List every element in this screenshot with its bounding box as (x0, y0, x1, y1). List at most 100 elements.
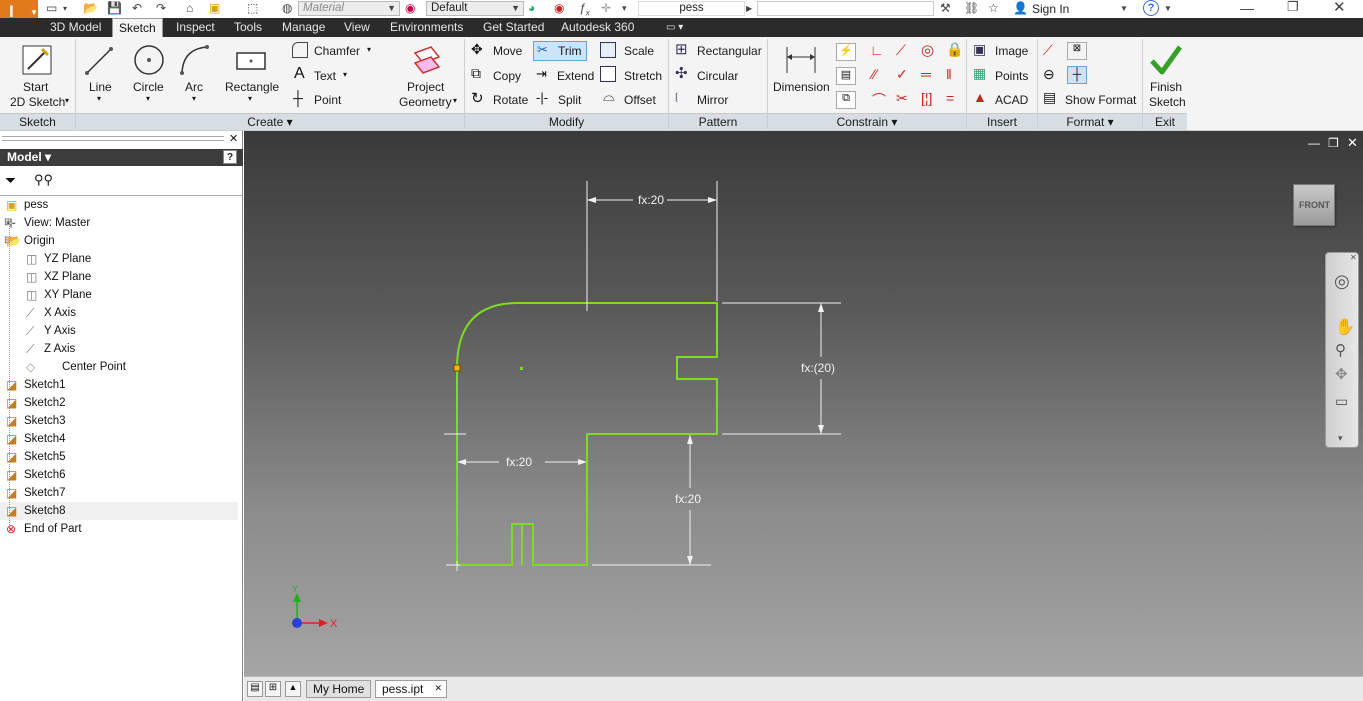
rectangular-pattern-button[interactable]: ⊞ Rectangular (675, 41, 765, 60)
appearance-icon[interactable]: ◕ (528, 1, 535, 17)
tree-item-sketch7[interactable]: ◪ Sketch7 (0, 484, 238, 502)
close-button[interactable]: ✕ (1333, 0, 1346, 16)
browser-help-icon[interactable]: ? (223, 150, 237, 164)
tree-item-end-of-part[interactable]: ⊗ End of Part (0, 520, 238, 538)
tree-item-view-master[interactable]: ⊞ ⊹ View: Master (0, 214, 238, 232)
material-icon[interactable]: ◍ (282, 1, 292, 17)
project-geometry-button[interactable]: Project Geometry ▾ (395, 41, 461, 111)
arrange-windows-icon[interactable]: ⊞ (265, 681, 281, 697)
move-button[interactable]: ✥ Move (470, 41, 528, 60)
favorites-icon[interactable]: ☆ (988, 1, 999, 17)
fix-icon[interactable]: 🔒 (946, 41, 963, 58)
browser-header[interactable]: Model ▾ ? (0, 149, 243, 166)
browser-close-icon[interactable]: ✕ (229, 132, 238, 145)
equal-icon[interactable]: = (946, 90, 954, 106)
panel-exit[interactable]: Exit (1143, 113, 1187, 130)
copy-button[interactable]: ⧉ Copy (470, 65, 528, 84)
panel-sketch[interactable]: Sketch (0, 113, 75, 130)
tree-item-origin[interactable]: ⊟ 📂 Origin (0, 232, 238, 250)
show-format-button[interactable]: ▤ Show Format (1043, 89, 1139, 108)
help-icon[interactable]: ? (1143, 0, 1159, 16)
search-box[interactable]: pess (638, 1, 745, 16)
arc-button[interactable]: Arc (177, 41, 213, 96)
circular-pattern-button[interactable]: ✣ Circular (675, 65, 755, 84)
doc-tab-pess[interactable]: pess.ipt ✕ (375, 680, 447, 698)
sign-in-link[interactable]: Sign In (1032, 2, 1069, 18)
panel-constrain[interactable]: Constrain ▾ (768, 113, 966, 130)
panel-insert[interactable]: Insert (967, 113, 1037, 130)
auto-dimension-icon[interactable]: ⚡ (836, 43, 856, 61)
subscription-icon[interactable]: ⛓ (964, 1, 979, 17)
rotate-button[interactable]: ↻ Rotate (470, 90, 530, 108)
trim-button[interactable]: ✂ Trim (533, 41, 587, 61)
filter-icon[interactable]: ⏷ (5, 172, 16, 189)
tab-sketch[interactable]: Sketch (112, 18, 163, 37)
tree-item-z-axis[interactable]: ⟋ Z Axis (0, 340, 238, 358)
appearance-dropdown[interactable]: Default ▼ (426, 1, 524, 16)
tree-item-sketch2[interactable]: ◪ Sketch2 (0, 394, 238, 412)
function-icon[interactable]: ƒx (579, 1, 590, 17)
dimension-bottom[interactable]: fx:20 (675, 492, 701, 506)
dimension-left[interactable]: fx:20 (506, 455, 532, 469)
mirror-button[interactable]: ⧙ Mirror (675, 89, 745, 108)
tangent-icon[interactable]: ⌒ (872, 90, 886, 110)
panel-pattern[interactable]: Pattern (669, 113, 767, 130)
color-icon[interactable]: ◉ (405, 1, 415, 17)
parallel-icon[interactable]: ∕∕ (872, 66, 877, 82)
panel-modify[interactable]: Modify (465, 113, 668, 130)
graphics-window[interactable]: — ❐ ✕ FRONT ✕ ◎ ✋ ⚲ ✥ ▭ ▾ fx:20 fx:(20) … (244, 131, 1363, 676)
center-point-icon[interactable]: ┼ (1067, 66, 1087, 84)
tree-item-xy-plane[interactable]: ◫ XY Plane (0, 286, 238, 304)
open-icon[interactable]: 📂 (83, 1, 98, 17)
tile-windows-icon[interactable]: ▤ (247, 681, 263, 697)
restore-button[interactable]: ❐ (1287, 0, 1299, 15)
line-button[interactable]: Line (82, 41, 118, 96)
text-button[interactable]: A Text ▾ (292, 65, 362, 84)
concentric-icon[interactable]: ◎ (921, 41, 934, 59)
select-icon[interactable]: ⬚ (247, 1, 258, 17)
tree-item-sketch6[interactable]: ◪ Sketch6 (0, 466, 238, 484)
home-icon[interactable]: ⌂ (186, 1, 193, 17)
split-button[interactable]: -|- Split (535, 90, 591, 108)
tab-get-started[interactable]: Get Started (477, 18, 550, 37)
minimize-button[interactable]: — (1240, 0, 1254, 16)
tab-manage[interactable]: Manage (276, 18, 331, 37)
ribbon-options-icon[interactable]: ▭ ▾ (660, 18, 689, 37)
tab-autodesk-360[interactable]: Autodesk 360 (555, 18, 640, 37)
relax-mode-icon[interactable]: ⧉ (836, 91, 856, 109)
tree-item-center-point[interactable]: ◇ Center Point (0, 358, 238, 376)
tree-item-sketch8[interactable]: ◪ Sketch8 (0, 502, 238, 520)
driven-dimension-icon[interactable]: ⊠ (1067, 42, 1087, 60)
start-2d-sketch-button[interactable]: Start 2D Sketch ▾ (6, 41, 69, 111)
user-icon[interactable]: 👤 (1013, 1, 1028, 17)
tab-list-icon[interactable]: ▲ (285, 681, 301, 697)
smooth-icon[interactable]: ✂ (896, 90, 908, 107)
finish-sketch-button[interactable]: Finish Sketch (1145, 41, 1187, 111)
rectangle-button[interactable]: Rectangle (222, 41, 280, 96)
doc-tab-close-icon[interactable]: ✕ (434, 680, 442, 697)
tree-item-sketch1[interactable]: ◪ Sketch1 (0, 376, 238, 394)
dimension-button[interactable]: Dimension (771, 41, 831, 101)
chamfer-button[interactable]: Chamfer ▾ (292, 42, 382, 60)
tree-item-xz-plane[interactable]: ◫ XZ Plane (0, 268, 238, 286)
stretch-button[interactable]: Stretch (600, 66, 666, 84)
tree-item-sketch5[interactable]: ◪ Sketch5 (0, 448, 238, 466)
tab-environments[interactable]: Environments (384, 18, 469, 37)
tree-item-x-axis[interactable]: ⟋ X Axis (0, 304, 238, 322)
customize-icon[interactable]: ▾ (622, 3, 627, 19)
image-button[interactable]: ▣ Image (973, 41, 1035, 60)
extend-button[interactable]: ⇥ Extend (535, 66, 597, 84)
help-search-input[interactable] (757, 1, 934, 16)
tree-item-sketch4[interactable]: ◪ Sketch4 (0, 430, 238, 448)
vertical-icon[interactable]: ‖ (946, 66, 952, 82)
redo-icon[interactable]: ↷ (156, 1, 166, 17)
save-icon[interactable]: 💾 (107, 1, 122, 17)
browser-grip[interactable] (2, 136, 224, 141)
constraint-settings-icon[interactable]: ▤ (836, 67, 856, 85)
sketch-profile[interactable] (456, 302, 718, 566)
doc-tab-my-home[interactable]: My Home (306, 680, 372, 698)
find-icon[interactable]: ⚲⚲ (34, 172, 53, 188)
construction-icon[interactable]: ⟋ (1043, 42, 1053, 59)
collinear-icon[interactable]: ⟋ (896, 42, 906, 59)
panel-format[interactable]: Format ▾ (1038, 113, 1142, 130)
